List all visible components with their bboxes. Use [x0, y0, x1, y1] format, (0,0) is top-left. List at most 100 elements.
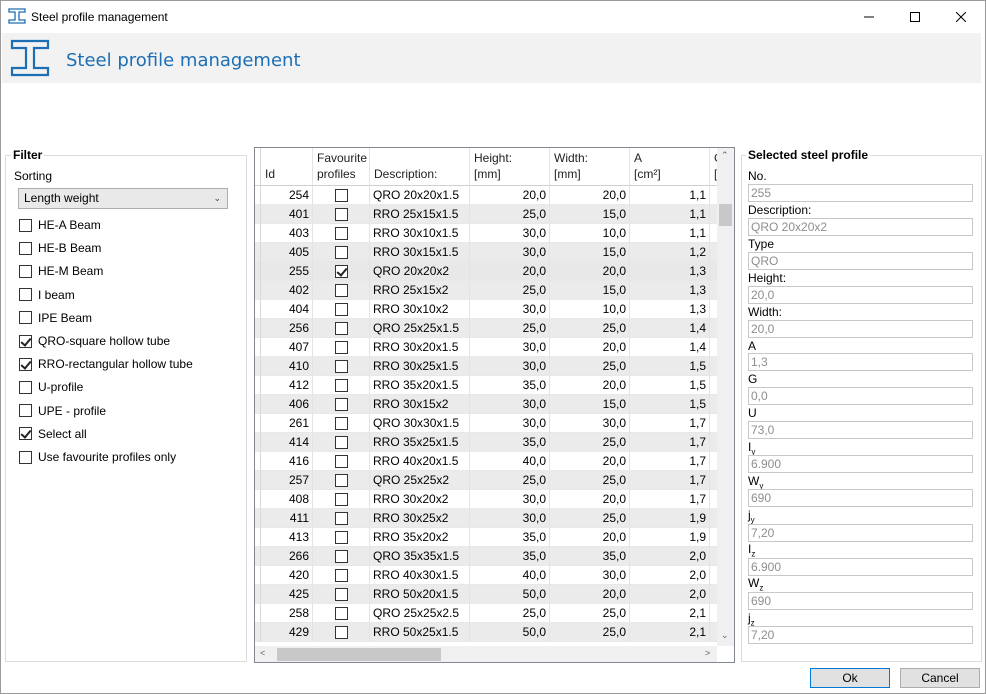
filter-checkbox[interactable]	[19, 357, 32, 371]
cell-favourite[interactable]	[313, 395, 370, 414]
table-row[interactable]: 406 RRO 30x15x2 30,0 15,0 1,5	[255, 395, 717, 414]
filter-checkbox[interactable]	[19, 450, 32, 464]
maximize-button[interactable]	[892, 1, 938, 32]
no-field[interactable]: 255	[748, 184, 973, 202]
close-button[interactable]	[938, 1, 984, 32]
width-field[interactable]: 20,0	[748, 320, 973, 338]
vertical-scrollbar[interactable]: ⌃ ⌄	[717, 148, 734, 646]
horizontal-scrollbar[interactable]: < >	[255, 646, 717, 662]
favourite-checkbox[interactable]	[334, 264, 348, 278]
filter-checkbox[interactable]	[19, 427, 32, 441]
favourite-checkbox[interactable]	[334, 397, 348, 411]
column-header-g[interactable]: G [	[710, 148, 717, 186]
table-row[interactable]: 407 RRO 30x20x1.5 30,0 20,0 1,4	[255, 338, 717, 357]
favourite-checkbox[interactable]	[334, 416, 348, 430]
table-row[interactable]: 408 RRO 30x20x2 30,0 20,0 1,7	[255, 490, 717, 509]
cell-favourite[interactable]	[313, 414, 370, 433]
filter-checkbox[interactable]	[19, 334, 32, 348]
ok-button[interactable]: Ok	[810, 668, 890, 688]
minimize-button[interactable]	[846, 1, 892, 32]
cell-favourite[interactable]	[313, 300, 370, 319]
favourite-checkbox[interactable]	[334, 625, 348, 639]
cell-favourite[interactable]	[313, 566, 370, 585]
filter-option[interactable]: HE-B Beam	[19, 239, 101, 257]
column-header-id[interactable]: Id	[261, 148, 313, 186]
favourite-checkbox[interactable]	[334, 606, 348, 620]
table-row[interactable]: 257 QRO 25x25x2 25,0 25,0 1,7	[255, 471, 717, 490]
column-header-width[interactable]: Width: [mm]	[550, 148, 630, 186]
sorting-dropdown[interactable]: Length weight ⌄	[18, 188, 228, 209]
cell-favourite[interactable]	[313, 243, 370, 262]
favourite-checkbox[interactable]	[334, 568, 348, 582]
column-header-height[interactable]: Height: [mm]	[470, 148, 550, 186]
scroll-right-icon[interactable]: >	[705, 648, 710, 658]
column-header-favourite[interactable]: Favourite profiles	[313, 148, 370, 186]
favourite-checkbox[interactable]	[334, 226, 348, 240]
favourite-checkbox[interactable]	[334, 207, 348, 221]
filter-checkbox[interactable]	[19, 264, 32, 278]
filter-option[interactable]: QRO-square hollow tube	[19, 332, 170, 350]
filter-option[interactable]: UPE - profile	[19, 402, 106, 420]
favourite-checkbox[interactable]	[334, 245, 348, 259]
filter-option[interactable]: IPE Beam	[19, 309, 92, 327]
table-row[interactable]: 254 QRO 20x20x1.5 20,0 20,0 1,1	[255, 186, 717, 205]
cell-favourite[interactable]	[313, 585, 370, 604]
table-row[interactable]: 429 RRO 50x25x1.5 50,0 25,0 2,1	[255, 623, 717, 642]
favourite-checkbox[interactable]	[334, 511, 348, 525]
cell-favourite[interactable]	[313, 604, 370, 623]
cell-favourite[interactable]	[313, 186, 370, 205]
favourite-checkbox[interactable]	[334, 302, 348, 316]
cancel-button[interactable]: Cancel	[900, 668, 980, 688]
cell-favourite[interactable]	[313, 319, 370, 338]
cell-favourite[interactable]	[313, 281, 370, 300]
favourite-checkbox[interactable]	[334, 188, 348, 202]
filter-checkbox[interactable]	[19, 218, 32, 232]
table-row[interactable]: 255 QRO 20x20x2 20,0 20,0 1,3	[255, 262, 717, 281]
table-row[interactable]: 425 RRO 50x20x1.5 50,0 20,0 2,0	[255, 585, 717, 604]
favourite-checkbox[interactable]	[334, 283, 348, 297]
column-header-area[interactable]: A [cm²]	[630, 148, 710, 186]
jy-field[interactable]: 7,20	[748, 524, 973, 542]
table-row[interactable]: 401 RRO 25x15x1.5 25,0 15,0 1,1	[255, 205, 717, 224]
favourite-checkbox[interactable]	[334, 530, 348, 544]
description-field[interactable]: QRO 20x20x2	[748, 218, 973, 236]
filter-option[interactable]: I beam	[19, 286, 75, 304]
favourite-checkbox[interactable]	[334, 321, 348, 335]
table-row[interactable]: 403 RRO 30x10x1.5 30,0 10,0 1,1	[255, 224, 717, 243]
filter-option[interactable]: HE-A Beam	[19, 216, 101, 234]
profiles-table[interactable]: Id Favourite profiles Description: Heigh…	[254, 147, 735, 663]
filter-checkbox[interactable]	[19, 311, 32, 325]
favourite-checkbox[interactable]	[334, 587, 348, 601]
g-field[interactable]: 0,0	[748, 387, 973, 405]
favourite-checkbox[interactable]	[334, 435, 348, 449]
filter-checkbox[interactable]	[19, 404, 32, 418]
table-row[interactable]: 412 RRO 35x20x1.5 35,0 20,0 1,5	[255, 376, 717, 395]
favourite-checkbox[interactable]	[334, 340, 348, 354]
jz-field[interactable]: 7,20	[748, 626, 973, 644]
filter-option[interactable]: Use favourite profiles only	[19, 448, 176, 466]
favourite-checkbox[interactable]	[334, 454, 348, 468]
table-row[interactable]: 405 RRO 30x15x1.5 30,0 15,0 1,2	[255, 243, 717, 262]
favourite-checkbox[interactable]	[334, 473, 348, 487]
table-row[interactable]: 258 QRO 25x25x2.5 25,0 25,0 2,1	[255, 604, 717, 623]
type-field[interactable]: QRO	[748, 252, 973, 270]
cell-favourite[interactable]	[313, 452, 370, 471]
cell-favourite[interactable]	[313, 262, 370, 281]
cell-favourite[interactable]	[313, 471, 370, 490]
filter-option[interactable]: Select all	[19, 425, 87, 443]
table-row[interactable]: 261 QRO 30x30x1.5 30,0 30,0 1,7	[255, 414, 717, 433]
cell-favourite[interactable]	[313, 338, 370, 357]
cell-favourite[interactable]	[313, 509, 370, 528]
filter-checkbox[interactable]	[19, 380, 32, 394]
table-row[interactable]: 416 RRO 40x20x1.5 40,0 20,0 1,7	[255, 452, 717, 471]
horizontal-scroll-thumb[interactable]	[277, 648, 441, 661]
cell-favourite[interactable]	[313, 547, 370, 566]
iy-field[interactable]: 6.900	[748, 455, 973, 473]
filter-option[interactable]: U-profile	[19, 378, 83, 396]
scroll-left-icon[interactable]: <	[260, 648, 265, 658]
cell-favourite[interactable]	[313, 490, 370, 509]
favourite-checkbox[interactable]	[334, 492, 348, 506]
filter-option[interactable]: RRO-rectangular hollow tube	[19, 355, 193, 373]
u-field[interactable]: 73,0	[748, 421, 973, 439]
table-row[interactable]: 420 RRO 40x30x1.5 40,0 30,0 2,0	[255, 566, 717, 585]
